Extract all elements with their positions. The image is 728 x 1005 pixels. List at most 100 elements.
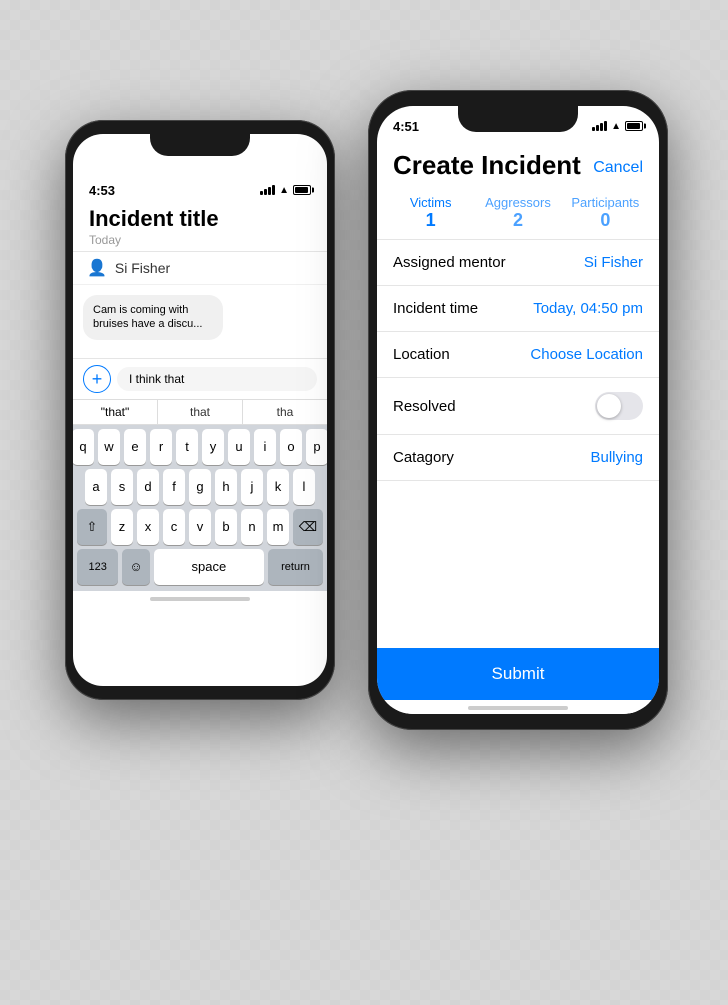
battery-icon bbox=[293, 185, 311, 195]
key-emoji[interactable]: ☺ bbox=[122, 549, 150, 585]
key-row-4: 123 ☺ space return bbox=[77, 549, 323, 585]
incident-time-label: Incident time bbox=[393, 300, 478, 317]
front-wifi-icon: ▲ bbox=[611, 121, 621, 132]
autocomplete-item-2[interactable]: that bbox=[158, 400, 243, 424]
signal-icon bbox=[260, 185, 275, 195]
key-c[interactable]: c bbox=[163, 509, 185, 545]
key-m[interactable]: m bbox=[267, 509, 289, 545]
tab-aggressors-value: 2 bbox=[478, 210, 557, 231]
key-row-2: a s d f g h j k l bbox=[77, 469, 323, 505]
bubble-incoming: Cam is coming with bruises have a discu.… bbox=[83, 295, 223, 340]
key-o[interactable]: o bbox=[280, 429, 302, 465]
message-input[interactable]: I think that bbox=[117, 367, 317, 391]
category-row[interactable]: Catagory Bullying bbox=[377, 435, 659, 481]
assigned-mentor-row[interactable]: Assigned mentor Si Fisher bbox=[377, 240, 659, 286]
contact-icon: 👤 bbox=[87, 258, 107, 278]
key-row-3: ⇧ z x c v b n m ⌫ bbox=[77, 509, 323, 545]
front-time: 4:51 bbox=[393, 119, 419, 134]
tab-victims[interactable]: Victims 1 bbox=[387, 187, 474, 239]
back-title: Incident title bbox=[89, 206, 311, 232]
key-shift[interactable]: ⇧ bbox=[77, 509, 107, 545]
back-status-icons: ▲ bbox=[260, 185, 311, 196]
key-x[interactable]: x bbox=[137, 509, 159, 545]
key-i[interactable]: i bbox=[254, 429, 276, 465]
front-notch bbox=[458, 106, 578, 132]
key-l[interactable]: l bbox=[293, 469, 315, 505]
key-g[interactable]: g bbox=[189, 469, 211, 505]
key-row-1: q w e r t y u i o p bbox=[77, 429, 323, 465]
key-t[interactable]: t bbox=[176, 429, 198, 465]
assigned-mentor-label: Assigned mentor bbox=[393, 254, 506, 271]
create-incident-title: Create Incident bbox=[393, 150, 581, 181]
input-area: + I think that bbox=[73, 358, 327, 399]
messages-area[interactable]: Cam is coming with bruises have a discu.… bbox=[73, 285, 327, 358]
tab-victims-label: Victims bbox=[391, 195, 470, 210]
autocomplete-bar: "that" that tha bbox=[73, 399, 327, 425]
tab-participants[interactable]: Participants 0 bbox=[562, 187, 649, 239]
incident-tabs[interactable]: Victims 1 Aggressors 2 Participants 0 bbox=[377, 187, 659, 240]
key-s[interactable]: s bbox=[111, 469, 133, 505]
key-q[interactable]: q bbox=[73, 429, 94, 465]
back-home-indicator bbox=[73, 591, 327, 605]
resolved-label: Resolved bbox=[393, 398, 456, 415]
autocomplete-item-3[interactable]: tha bbox=[243, 400, 327, 424]
tab-aggressors-label: Aggressors bbox=[478, 195, 557, 210]
submit-button[interactable]: Submit bbox=[492, 664, 545, 684]
key-k[interactable]: k bbox=[267, 469, 289, 505]
contact-name: Si Fisher bbox=[115, 260, 170, 276]
location-row[interactable]: Location Choose Location bbox=[377, 332, 659, 378]
key-r[interactable]: r bbox=[150, 429, 172, 465]
key-z[interactable]: z bbox=[111, 509, 133, 545]
incident-time-row[interactable]: Incident time Today, 04:50 pm bbox=[377, 286, 659, 332]
key-v[interactable]: v bbox=[189, 509, 211, 545]
key-n[interactable]: n bbox=[241, 509, 263, 545]
key-u[interactable]: u bbox=[228, 429, 250, 465]
tab-participants-value: 0 bbox=[566, 210, 645, 231]
key-a[interactable]: a bbox=[85, 469, 107, 505]
key-p[interactable]: p bbox=[306, 429, 327, 465]
toggle-knob bbox=[597, 394, 621, 418]
key-space[interactable]: space bbox=[154, 549, 264, 585]
message-incoming: Cam is coming with bruises have a discu.… bbox=[83, 295, 317, 340]
back-time: 4:53 bbox=[89, 183, 115, 198]
key-numbers[interactable]: 123 bbox=[77, 549, 118, 585]
location-label: Location bbox=[393, 346, 450, 363]
plus-button[interactable]: + bbox=[83, 365, 111, 393]
key-j[interactable]: j bbox=[241, 469, 263, 505]
key-f[interactable]: f bbox=[163, 469, 185, 505]
front-battery-icon bbox=[625, 121, 643, 131]
front-phone: 4:51 ▲ Cre bbox=[368, 90, 668, 730]
keyboard[interactable]: q w e r t y u i o p a s bbox=[73, 425, 327, 591]
contact-row: 👤 Si Fisher bbox=[73, 252, 327, 285]
key-d[interactable]: d bbox=[137, 469, 159, 505]
incident-time-value[interactable]: Today, 04:50 pm bbox=[533, 300, 643, 317]
cancel-button[interactable]: Cancel bbox=[593, 159, 643, 181]
key-w[interactable]: w bbox=[98, 429, 120, 465]
resolved-toggle[interactable] bbox=[595, 392, 643, 420]
back-status-bar: 4:53 ▲ bbox=[73, 170, 327, 206]
back-phone: 4:53 ▲ Inc bbox=[65, 120, 335, 700]
front-status-icons: ▲ bbox=[592, 121, 643, 132]
key-b[interactable]: b bbox=[215, 509, 237, 545]
form-body: Assigned mentor Si Fisher Incident time … bbox=[377, 240, 659, 648]
key-e[interactable]: e bbox=[124, 429, 146, 465]
back-notch bbox=[150, 134, 250, 156]
category-value[interactable]: Bullying bbox=[590, 449, 643, 466]
back-subtitle: Today bbox=[89, 233, 311, 247]
assigned-mentor-value[interactable]: Si Fisher bbox=[584, 254, 643, 271]
front-header: Create Incident Cancel bbox=[377, 142, 659, 187]
tab-aggressors[interactable]: Aggressors 2 bbox=[474, 187, 561, 239]
key-delete[interactable]: ⌫ bbox=[293, 509, 323, 545]
submit-bar[interactable]: Submit bbox=[377, 648, 659, 700]
resolved-row: Resolved bbox=[377, 378, 659, 435]
key-y[interactable]: y bbox=[202, 429, 224, 465]
wifi-icon: ▲ bbox=[279, 185, 289, 196]
autocomplete-item-1[interactable]: "that" bbox=[73, 400, 158, 424]
key-h[interactable]: h bbox=[215, 469, 237, 505]
front-signal-icon bbox=[592, 121, 607, 131]
key-return[interactable]: return bbox=[268, 549, 323, 585]
front-home-indicator bbox=[377, 700, 659, 714]
category-label: Catagory bbox=[393, 449, 454, 466]
location-value[interactable]: Choose Location bbox=[530, 346, 643, 363]
back-header: Incident title Today bbox=[73, 206, 327, 252]
